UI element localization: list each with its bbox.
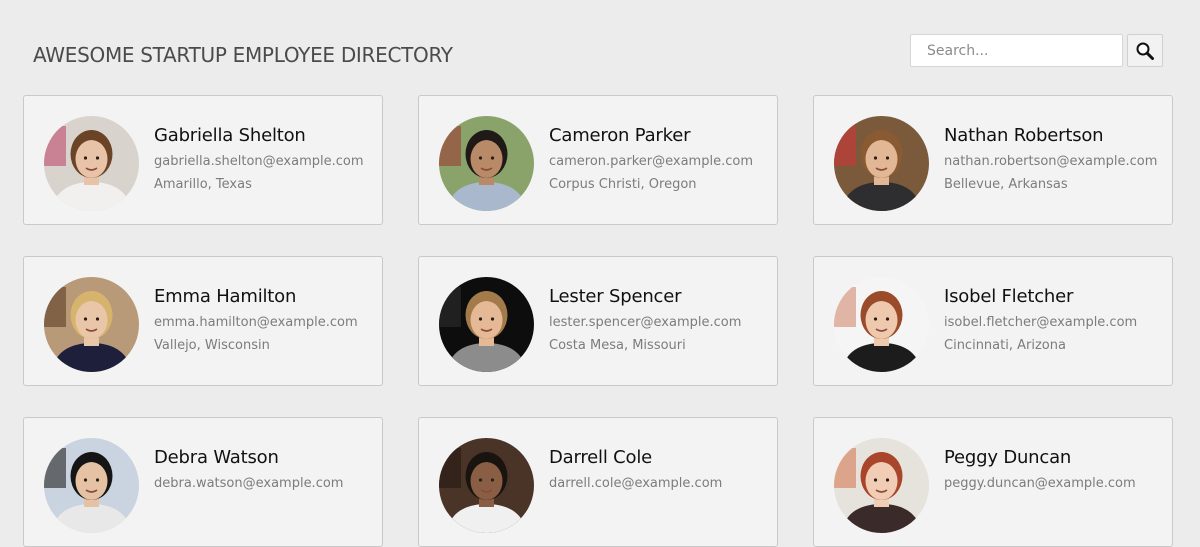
employee-card[interactable]: Debra Watson debra.watson@example.com [23, 417, 383, 547]
employee-name: Nathan Robertson [944, 125, 1104, 146]
employee-email: cameron.parker@example.com [549, 154, 753, 169]
card-info: Peggy Duncan peggy.duncan@example.com [944, 445, 1136, 498]
avatar [439, 277, 534, 372]
employee-location: Cincinnati, Arizona [944, 338, 1066, 353]
card-info: Isobel Fletcher isobel.fletcher@example.… [944, 284, 1137, 355]
avatar [44, 277, 139, 372]
avatar [44, 438, 139, 533]
employee-name: Darrell Cole [549, 447, 653, 468]
employee-name: Debra Watson [154, 447, 279, 468]
employee-card[interactable]: Nathan Robertson nathan.robertson@exampl… [813, 95, 1173, 225]
employee-email: emma.hamilton@example.com [154, 315, 358, 330]
search-button[interactable] [1127, 34, 1163, 67]
card-info: Lester Spencer lester.spencer@example.co… [549, 284, 741, 355]
employee-card[interactable]: Emma Hamilton emma.hamilton@example.com … [23, 256, 383, 386]
employee-email: darrell.cole@example.com [549, 476, 723, 491]
employee-card[interactable]: Isobel Fletcher isobel.fletcher@example.… [813, 256, 1173, 386]
employee-card[interactable]: Darrell Cole darrell.cole@example.com [418, 417, 778, 547]
employee-name: Cameron Parker [549, 125, 691, 146]
avatar-photo [439, 116, 534, 211]
page-title: AWESOME STARTUP EMPLOYEE DIRECTORY [33, 43, 453, 67]
card-info: Emma Hamilton emma.hamilton@example.com … [154, 284, 358, 355]
card-info: Darrell Cole darrell.cole@example.com [549, 445, 722, 498]
employee-email: gabriella.shelton@example.com [154, 154, 364, 169]
employee-name: Isobel Fletcher [944, 286, 1074, 307]
card-info: Nathan Robertson nathan.robertson@exampl… [944, 123, 1157, 194]
search-icon [1136, 42, 1154, 60]
employee-location: Amarillo, Texas [154, 177, 252, 192]
avatar [44, 116, 139, 211]
employee-email: peggy.duncan@example.com [944, 476, 1136, 491]
employee-name: Lester Spencer [549, 286, 682, 307]
employee-email: lester.spencer@example.com [549, 315, 742, 330]
employee-card[interactable]: Cameron Parker cameron.parker@example.co… [418, 95, 778, 225]
employee-name: Emma Hamilton [154, 286, 297, 307]
card-info: Gabriella Shelton gabriella.shelton@exam… [154, 123, 364, 194]
avatar-photo [439, 277, 534, 372]
avatar-photo [834, 438, 929, 533]
card-info: Cameron Parker cameron.parker@example.co… [549, 123, 753, 194]
employee-email: isobel.fletcher@example.com [944, 315, 1138, 330]
employee-location: Corpus Christi, Oregon [549, 177, 697, 192]
avatar-photo [44, 116, 139, 211]
avatar-photo [44, 277, 139, 372]
avatar [439, 438, 534, 533]
search-form [910, 34, 1163, 67]
card-info: Debra Watson debra.watson@example.com [154, 445, 343, 498]
avatar-photo [834, 116, 929, 211]
avatar [834, 116, 929, 211]
employee-location: Bellevue, Arkansas [944, 177, 1068, 192]
employee-location: Costa Mesa, Missouri [549, 338, 686, 353]
employee-gallery: Gabriella Shelton gabriella.shelton@exam… [23, 95, 1173, 547]
avatar [834, 277, 929, 372]
avatar [439, 116, 534, 211]
employee-name: Peggy Duncan [944, 447, 1072, 468]
employee-card[interactable]: Peggy Duncan peggy.duncan@example.com [813, 417, 1173, 547]
avatar-photo [439, 438, 534, 533]
employee-email: nathan.robertson@example.com [944, 154, 1158, 169]
avatar [834, 438, 929, 533]
search-input[interactable] [910, 34, 1123, 67]
employee-email: debra.watson@example.com [154, 476, 344, 491]
employee-location: Vallejo, Wisconsin [154, 338, 270, 353]
employee-card[interactable]: Gabriella Shelton gabriella.shelton@exam… [23, 95, 383, 225]
avatar-photo [834, 277, 929, 372]
employee-name: Gabriella Shelton [154, 125, 306, 146]
employee-card[interactable]: Lester Spencer lester.spencer@example.co… [418, 256, 778, 386]
avatar-photo [44, 438, 139, 533]
